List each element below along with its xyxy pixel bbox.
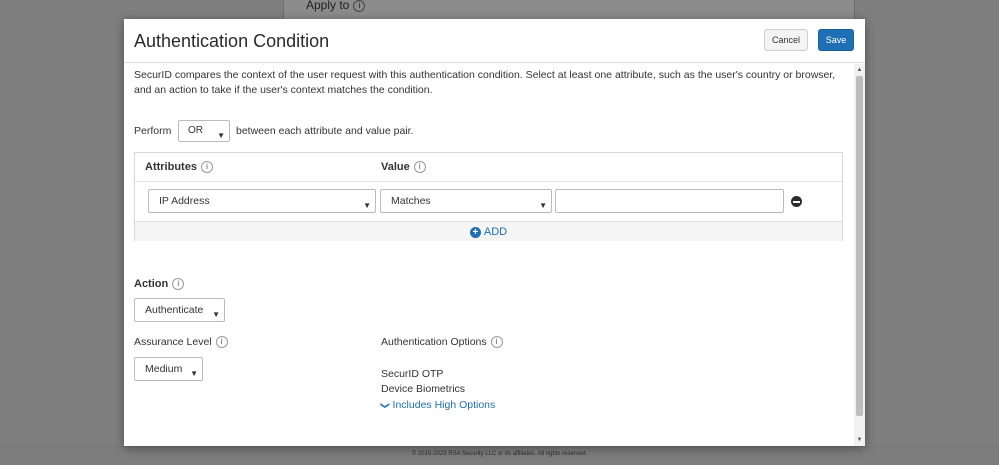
authentication-options-label: Authentication Options i [381,336,503,349]
attributes-table-header: Attributes i Value i [135,153,842,182]
action-selected-value: Authenticate [145,304,204,316]
value-header: Value i [381,161,426,174]
attribute-selected-value: IP Address [159,195,210,207]
chevron-down-icon: ▼ [363,201,371,210]
add-label: ADD [483,226,508,238]
assurance-level-label: Assurance Level i [134,336,228,349]
scroll-down-arrow-icon[interactable]: ▼ [856,436,863,444]
info-icon[interactable]: i [172,278,185,291]
info-icon[interactable]: i [215,336,228,349]
operator-select[interactable]: Matches ▼ [380,189,552,213]
chevron-down-icon: ▼ [539,201,547,210]
high-options-toggle[interactable]: ❯ Includes High Options [380,399,496,411]
scrollbar-thumb[interactable] [856,76,863,416]
perform-description: between each attribute and value pair. [236,125,414,137]
cancel-button[interactable]: Cancel [764,29,808,51]
attributes-header-text: Attributes [145,161,197,173]
add-row-bar: + ADD [135,221,842,241]
action-label-text: Action [134,278,169,290]
copyright-text: © 2015-2023 RSA Security LLC or its affi… [411,451,588,457]
info-icon: i [353,0,366,12]
value-header-text: Value [381,161,410,173]
action-select[interactable]: Authenticate ▼ [134,298,225,322]
authentication-condition-dialog: Authentication Condition Cancel Save Sec… [124,19,865,446]
apply-to-text: Apply to [306,0,350,12]
save-button[interactable]: Save [818,29,854,51]
attribute-select[interactable]: IP Address ▼ [148,189,376,213]
dialog-title: Authentication Condition [134,31,330,51]
assurance-level-select[interactable]: Medium ▼ [134,357,203,381]
remove-row-icon[interactable] [791,196,802,207]
auth-option-item: Device Biometrics [381,383,466,395]
perform-operator-select[interactable]: OR ▼ [178,120,230,142]
background-panel [283,0,855,20]
plus-circle-icon: + [469,226,481,238]
perform-selected-value: OR [188,125,203,136]
attributes-table: Attributes i Value i IP Address ▼ Matches … [134,152,843,241]
auth-option-item: SecurID OTP [381,368,444,380]
attributes-header: Attributes i [145,161,213,174]
chevron-down-icon: ▼ [212,310,220,319]
add-attribute-button[interactable]: + ADD [469,226,508,238]
dialog-scrollbar[interactable]: ▲ ▼ [854,64,865,446]
table-row: IP Address ▼ Matches ▼ [135,183,842,221]
chevron-down-icon: ❯ [380,401,391,410]
value-input[interactable] [555,189,784,213]
info-icon[interactable]: i [490,336,503,349]
chevron-down-icon: ▼ [217,131,225,140]
condition-description: SecurID compares the context of the user… [134,69,836,96]
info-icon[interactable]: i [200,161,213,174]
apply-to-label: Apply to i [306,0,366,12]
dialog-body: SecurID compares the context of the user… [124,64,854,446]
authentication-options-text: Authentication Options [381,336,487,348]
scroll-up-arrow-icon[interactable]: ▲ [856,66,863,74]
dialog-header: Authentication Condition Cancel Save [124,19,865,63]
perform-label: Perform [134,125,172,137]
assurance-label-text: Assurance Level [134,336,212,348]
action-label: Action i [134,278,185,291]
chevron-down-icon: ▼ [190,369,198,378]
assurance-selected-value: Medium [145,363,183,375]
high-options-link-text: Includes High Options [392,399,496,411]
info-icon[interactable]: i [413,161,426,174]
operator-selected-value: Matches [391,195,431,207]
